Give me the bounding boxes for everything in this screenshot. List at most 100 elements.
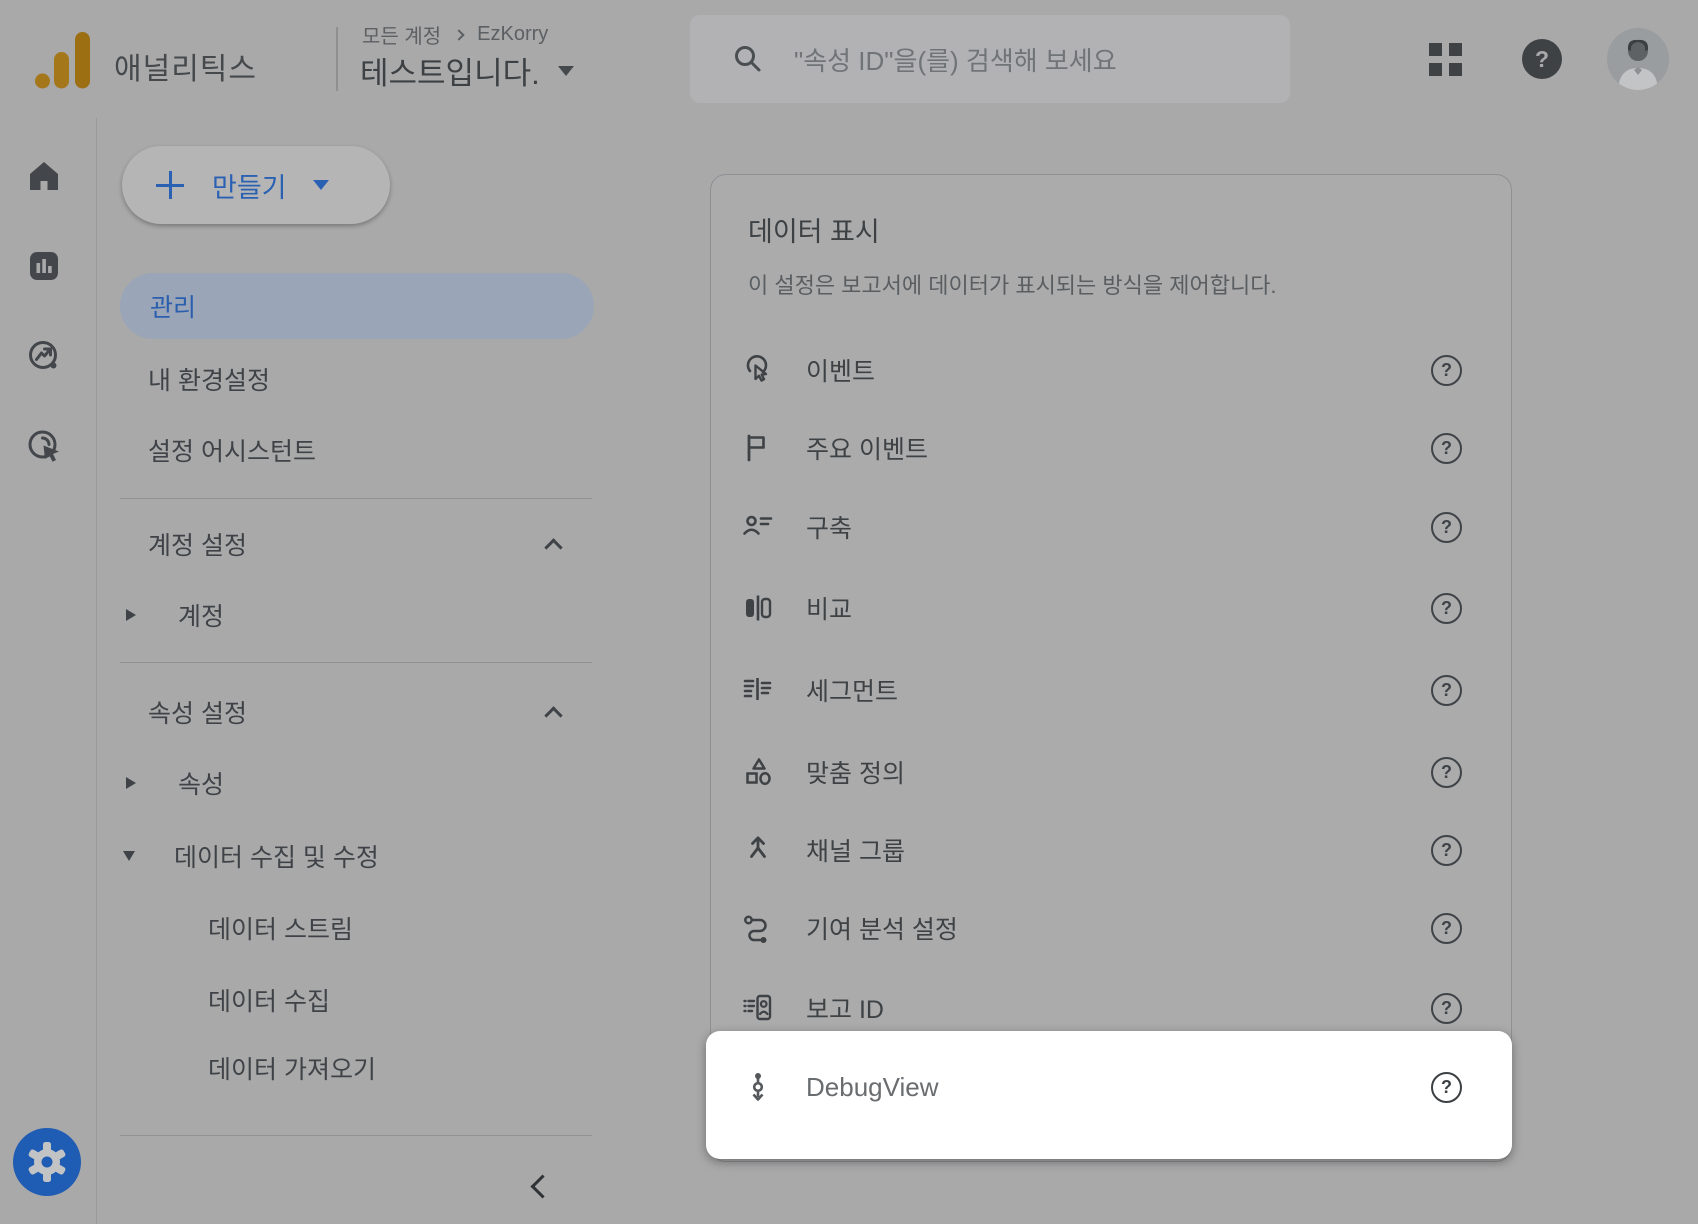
help-icon[interactable] <box>1431 433 1462 464</box>
sidebar-divider <box>120 662 592 663</box>
row-label: DebugView <box>806 1072 939 1103</box>
sidebar-section-property-settings[interactable]: 속성 설정 <box>148 694 560 730</box>
card-row-comparisons[interactable]: 비교 <box>740 578 1462 638</box>
analytics-admin-page: 애널리틱스 모든 계정 EzKorry 테스트입니다. "속성 ID"을(를) … <box>0 0 1698 1224</box>
row-label: 이벤트 <box>806 352 875 388</box>
debugview-icon <box>740 1069 776 1105</box>
chevron-down-icon <box>558 66 574 76</box>
sidebar-item-data-collection-sub[interactable]: 데이터 수집 <box>208 982 330 1018</box>
collapse-sidebar-icon[interactable] <box>530 1174 554 1198</box>
touch-event-icon <box>740 352 776 388</box>
help-icon[interactable] <box>1431 593 1462 624</box>
help-icon[interactable] <box>1431 757 1462 788</box>
sidebar-item-account[interactable]: 계정 <box>126 597 224 633</box>
sidebar-item-label: 속성 <box>178 765 224 801</box>
chevron-up-icon[interactable] <box>544 706 562 724</box>
sidebar-item-data-import[interactable]: 데이터 가져오기 <box>208 1050 376 1086</box>
row-label: 채널 그룹 <box>806 832 905 868</box>
card-row-channel-groups[interactable]: 채널 그룹 <box>740 820 1462 880</box>
triangle-right-icon[interactable] <box>126 609 136 621</box>
section-label: 속성 설정 <box>148 694 247 730</box>
card-row-audiences[interactable]: 구축 <box>740 497 1462 557</box>
create-button[interactable]: 만들기 <box>122 146 390 224</box>
attribution-icon <box>740 910 776 946</box>
row-label: 주요 이벤트 <box>806 430 928 466</box>
audience-icon <box>740 509 776 545</box>
sidebar-item-label: 데이터 수집 및 수정 <box>174 838 379 874</box>
row-label: 보고 ID <box>806 990 884 1026</box>
sidebar-item-my-preferences[interactable]: 내 환경설정 <box>148 361 270 397</box>
avatar[interactable] <box>1607 28 1669 90</box>
apps-grid-icon[interactable] <box>1429 43 1462 76</box>
advertising-icon[interactable] <box>25 427 63 465</box>
help-icon[interactable] <box>1522 39 1562 79</box>
card-row-reporting-id[interactable]: 보고 ID <box>740 978 1462 1038</box>
sidebar-section-account-settings[interactable]: 계정 설정 <box>148 526 560 562</box>
property-selector[interactable]: 테스트입니다. <box>360 48 574 93</box>
segment-icon <box>740 672 776 708</box>
chevron-up-icon[interactable] <box>544 538 562 556</box>
sidebar-item-label: 데이터 가져오기 <box>208 1050 376 1086</box>
custom-definitions-icon <box>740 754 776 790</box>
create-button-label: 만들기 <box>212 166 287 205</box>
breadcrumb[interactable]: 모든 계정 EzKorry <box>362 20 548 49</box>
channel-group-icon <box>740 832 776 868</box>
sidebar-item-label: 내 환경설정 <box>148 361 270 397</box>
plus-icon <box>156 171 184 199</box>
home-icon[interactable] <box>25 157 63 195</box>
header-divider <box>336 27 338 91</box>
card-row-events[interactable]: 이벤트 <box>740 340 1462 400</box>
sidebar-item-setup-assistant[interactable]: 설정 어시스턴트 <box>148 432 316 468</box>
explore-icon[interactable] <box>25 337 63 375</box>
breadcrumb-all-accounts: 모든 계정 <box>362 20 441 49</box>
sidebar-item-admin[interactable]: 관리 <box>120 273 594 339</box>
sidebar-item-label: 데이터 스트림 <box>208 910 353 946</box>
search-icon <box>732 43 764 75</box>
card-row-attribution-settings[interactable]: 기여 분석 설정 <box>740 898 1462 958</box>
help-icon[interactable] <box>1431 675 1462 706</box>
row-label: 구축 <box>806 509 852 545</box>
sidebar-item-label: 관리 <box>150 288 196 324</box>
sidebar-item-label: 설정 어시스턴트 <box>148 432 316 468</box>
debugview-highlight: DebugView <box>706 1031 1512 1159</box>
help-icon[interactable] <box>1431 993 1462 1024</box>
section-label: 계정 설정 <box>148 526 247 562</box>
card-row-custom-definitions[interactable]: 맞춤 정의 <box>740 742 1462 802</box>
card-row-segments[interactable]: 세그먼트 <box>740 660 1462 720</box>
card-title: 데이터 표시 <box>748 210 880 249</box>
card-subtitle: 이 설정은 보고서에 데이터가 표시되는 방식을 제어합니다. <box>748 268 1277 300</box>
triangle-right-icon[interactable] <box>126 777 136 789</box>
property-name: 테스트입니다. <box>360 48 540 93</box>
reports-icon[interactable] <box>25 247 63 285</box>
row-label: 비교 <box>806 590 852 626</box>
card-row-key-events[interactable]: 주요 이벤트 <box>740 418 1462 478</box>
row-label: 기여 분석 설정 <box>806 910 958 946</box>
sidebar-item-label: 데이터 수집 <box>208 982 330 1018</box>
search-placeholder: "속성 ID"을(를) 검색해 보세요 <box>794 41 1117 78</box>
row-label: 맞춤 정의 <box>806 754 905 790</box>
product-name: 애널리틱스 <box>114 44 257 88</box>
sidebar-divider <box>120 498 592 499</box>
chevron-right-icon <box>454 29 465 40</box>
help-icon[interactable] <box>1431 913 1462 944</box>
help-icon[interactable] <box>1431 355 1462 386</box>
help-icon[interactable] <box>1431 835 1462 866</box>
sidebar-item-data-streams[interactable]: 데이터 스트림 <box>208 910 353 946</box>
search-input[interactable]: "속성 ID"을(를) 검색해 보세요 <box>690 15 1290 103</box>
chevron-down-icon[interactable] <box>313 180 329 190</box>
comparison-icon <box>740 590 776 626</box>
sidebar-item-label: 계정 <box>178 597 224 633</box>
sidebar-divider <box>120 1135 592 1136</box>
row-label: 세그먼트 <box>806 672 898 708</box>
card-row-debugview[interactable]: DebugView <box>740 1057 1462 1117</box>
gear-icon[interactable] <box>13 1128 81 1196</box>
help-icon[interactable] <box>1431 1072 1462 1103</box>
sidebar-item-data-collection[interactable]: 데이터 수집 및 수정 <box>126 838 379 874</box>
help-icon[interactable] <box>1431 512 1462 543</box>
analytics-logo[interactable] <box>34 28 94 90</box>
flag-icon <box>740 430 776 466</box>
rail-divider <box>96 118 97 1224</box>
triangle-down-icon[interactable] <box>123 851 135 861</box>
sidebar-item-property[interactable]: 속성 <box>126 765 224 801</box>
breadcrumb-account-name: EzKorry <box>477 23 548 46</box>
